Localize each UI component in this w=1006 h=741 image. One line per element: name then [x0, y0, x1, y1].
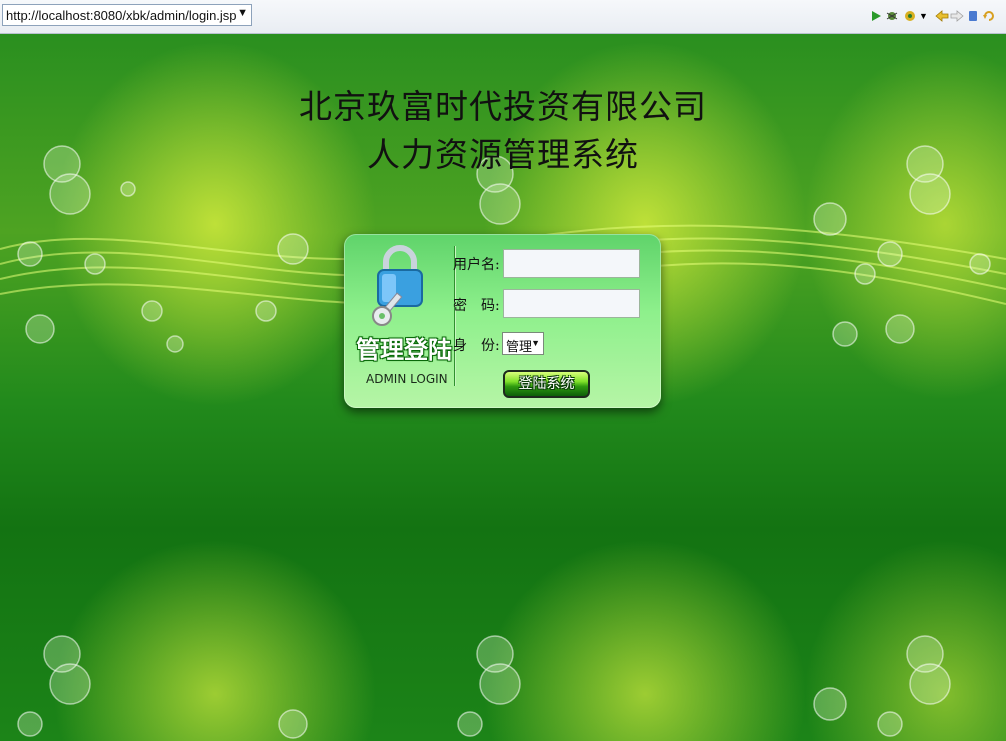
admin-login-en: ADMIN LOGIN	[366, 372, 448, 386]
debug-icon[interactable]	[885, 9, 899, 23]
role-select-value: 管理	[506, 339, 533, 354]
url-dropdown-icon[interactable]: ▼	[237, 7, 248, 19]
page-title-system: 人力资源管理系统	[367, 135, 639, 174]
username-label: 用户名:	[453, 257, 500, 273]
username-input[interactable]	[503, 249, 640, 278]
password-label: 密 码:	[453, 298, 500, 314]
browser-toolbar: http://localhost:8080/xbk/admin/login.js…	[0, 0, 1006, 34]
stop-icon[interactable]	[966, 9, 980, 23]
padlock-key-icon	[372, 245, 423, 326]
refresh-icon[interactable]	[982, 9, 996, 23]
login-panel: 管理登陆 ADMIN LOGIN 用户名: 密 码: 身 份: 管理 ▼ 登陆系…	[344, 234, 661, 408]
run-icon[interactable]	[869, 9, 883, 23]
url-text: http://localhost:8080/xbk/admin/login.js…	[6, 8, 237, 23]
back-icon[interactable]	[935, 9, 949, 23]
tools-dropdown-icon[interactable]: ▼	[919, 11, 933, 25]
role-label: 身 份:	[453, 338, 500, 354]
admin-login-cn: 管理登陆	[356, 336, 452, 364]
login-page: 北京玖富时代投资有限公司 人力资源管理系统 管理登陆 ADMIN LOGIN 用…	[0, 34, 1006, 741]
chevron-down-icon: ▼	[531, 338, 540, 348]
url-bar[interactable]: http://localhost:8080/xbk/admin/login.js…	[2, 4, 252, 26]
forward-icon[interactable]	[950, 9, 964, 23]
password-input[interactable]	[503, 289, 640, 318]
page-title-company: 北京玖富时代投资有限公司	[299, 87, 707, 126]
admin-login-badge: 管理登陆 ADMIN LOGIN	[344, 234, 454, 408]
role-select[interactable]: 管理 ▼	[502, 332, 544, 355]
tools-icon[interactable]	[903, 9, 917, 23]
login-button[interactable]: 登陆系统	[503, 370, 590, 398]
